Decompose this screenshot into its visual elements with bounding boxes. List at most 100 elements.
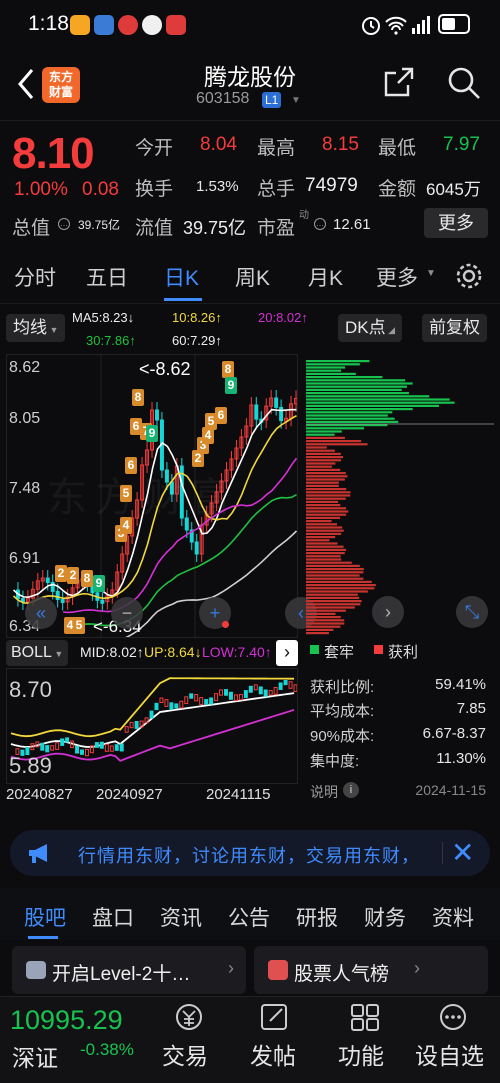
tab-monthly-k[interactable]: 月K [308, 262, 343, 292]
bottom-bar: 10995.29 深证 -0.38% 交易 发帖 功能 设自选 [0, 996, 500, 1083]
chevron-right-icon[interactable]: › [372, 596, 404, 628]
function-button[interactable]: 功能 [338, 1037, 384, 1071]
explain-label[interactable]: 说明 [310, 782, 338, 802]
tab-guba[interactable]: 股吧 [24, 902, 66, 932]
popularity-card[interactable]: 股票人气榜 › [254, 946, 488, 994]
boll-candle [199, 697, 204, 705]
chevron-right-icon[interactable]: › [276, 640, 298, 666]
td-marker: 8 [222, 361, 234, 378]
info-icon[interactable]: i [343, 782, 359, 798]
boll-candle [114, 744, 119, 751]
float-label: 流值 [135, 218, 174, 239]
ma-selector[interactable]: 均线 ▼ [6, 314, 66, 342]
chip-bar [306, 520, 332, 523]
chip-bar [306, 600, 362, 603]
more-dots-icon[interactable] [436, 1001, 470, 1033]
boll-candle [164, 699, 169, 707]
y-label-2: 8.05 [9, 410, 41, 427]
pe-superscript: 动 [299, 210, 309, 221]
candle-body [279, 406, 284, 422]
boll-candle [184, 696, 189, 704]
chip-bar [306, 414, 388, 417]
tab-news[interactable]: 资讯 [160, 902, 202, 932]
boll-selector[interactable]: BOLL ▼ [6, 640, 69, 666]
boll-candle [55, 742, 60, 750]
chip-bar [306, 539, 330, 542]
trade-icon[interactable] [172, 1001, 206, 1033]
info-icon[interactable]: … [314, 218, 326, 230]
tab-weekly-k[interactable]: 周K [235, 262, 270, 292]
chip-bar [306, 388, 402, 391]
cost90-label: 90%成本: [310, 728, 375, 745]
promo-banner[interactable]: 行情用东财，讨论用东财，交易用东财， ✕ [10, 830, 490, 876]
tab-profile[interactable]: 资料 [432, 902, 474, 932]
chip-bar [306, 568, 364, 571]
search-icon[interactable] [446, 65, 482, 101]
candle-body [55, 590, 60, 601]
tab-finance[interactable]: 财务 [364, 902, 406, 932]
boll-candle [263, 689, 268, 697]
red-dot-indicator [222, 621, 229, 628]
tab-pankou[interactable]: 盘口 [92, 902, 134, 932]
chip-bar [306, 459, 341, 462]
level2-card[interactable]: 开启Level-2十… › [12, 946, 246, 994]
chip-bar [306, 456, 343, 459]
boll-mid: MID:8.02↑ [80, 644, 144, 660]
indicator-bar: 均线 ▼ MA5:8.23↓ 10:8.26↑ 20:8.02↑ 30:7.86… [0, 310, 500, 354]
function-grid-icon[interactable] [348, 1001, 382, 1033]
dk-point-button[interactable]: DK点 ◢ [338, 314, 403, 342]
boll-chart[interactable]: 8.70 5.89 [6, 668, 298, 784]
forward-adjust-button[interactable]: 前复权 [422, 314, 487, 342]
chip-bar [306, 382, 413, 385]
tab-five-day[interactable]: 五日 [86, 262, 128, 292]
megaphone-icon [29, 844, 47, 863]
post-icon[interactable] [258, 1001, 292, 1033]
chip-bar [306, 468, 341, 471]
zoom-out-icon[interactable]: − [111, 597, 143, 629]
candlestick-chart[interactable]: 东方财富 8.62 8.05 7.48 6.91 6.34 <-8.62 <-6… [6, 354, 317, 638]
chip-bar [306, 500, 339, 503]
tab-daily-k[interactable]: 日K [164, 262, 199, 292]
post-button[interactable]: 发帖 [250, 1037, 296, 1071]
chevron-right-icon: › [414, 958, 420, 978]
tab-research[interactable]: 研报 [296, 902, 338, 932]
boll-candle [40, 742, 45, 751]
boll-candle [159, 697, 164, 704]
open-label: 今开 [135, 138, 174, 159]
chip-bar [306, 564, 360, 567]
index-change: -0.38% [80, 1040, 134, 1059]
boll-candle [253, 684, 258, 691]
more-button[interactable]: 更多 [424, 208, 488, 238]
notify-icon [118, 15, 138, 35]
chip-bar [306, 472, 346, 475]
boll-candle [209, 697, 214, 705]
candle-body [60, 599, 65, 604]
boll-y-top: 8.70 [9, 677, 52, 702]
watchlist-button[interactable]: 设自选 [415, 1037, 484, 1071]
index-value[interactable]: 10995.29 [10, 1005, 123, 1036]
td-marker: 9 [93, 575, 105, 592]
index-name[interactable]: 深证 [12, 1039, 58, 1073]
chevron-down-icon[interactable]: ▼ [426, 268, 436, 279]
close-icon[interactable]: ✕ [451, 836, 474, 869]
boll-candle [119, 743, 124, 752]
share-icon[interactable] [382, 65, 416, 99]
tab-intraday[interactable]: 分时 [14, 262, 56, 292]
ma20-value: 20:8.02↑ [258, 310, 308, 325]
level-badge[interactable]: L1 [262, 92, 282, 108]
tab-more[interactable]: 更多 [376, 262, 418, 292]
expand-icon[interactable]: ⤡ [456, 596, 488, 628]
scroll-left-icon[interactable]: « [25, 597, 57, 629]
chip-bar [306, 596, 360, 599]
settings-gear-icon[interactable] [454, 261, 484, 291]
trade-button[interactable]: 交易 [162, 1037, 208, 1071]
tab-announcements[interactable]: 公告 [228, 902, 270, 932]
td-marker: 2 [55, 565, 67, 582]
profit-ratio-label: 获利比例: [310, 679, 375, 696]
chip-bar [306, 513, 347, 516]
profit-legend-swatch [374, 645, 383, 654]
chevron-down-icon[interactable]: ▼ [291, 95, 301, 106]
info-icon[interactable]: … [58, 218, 70, 230]
boll-candle [204, 699, 209, 705]
y-label-4: 6.91 [9, 550, 41, 567]
